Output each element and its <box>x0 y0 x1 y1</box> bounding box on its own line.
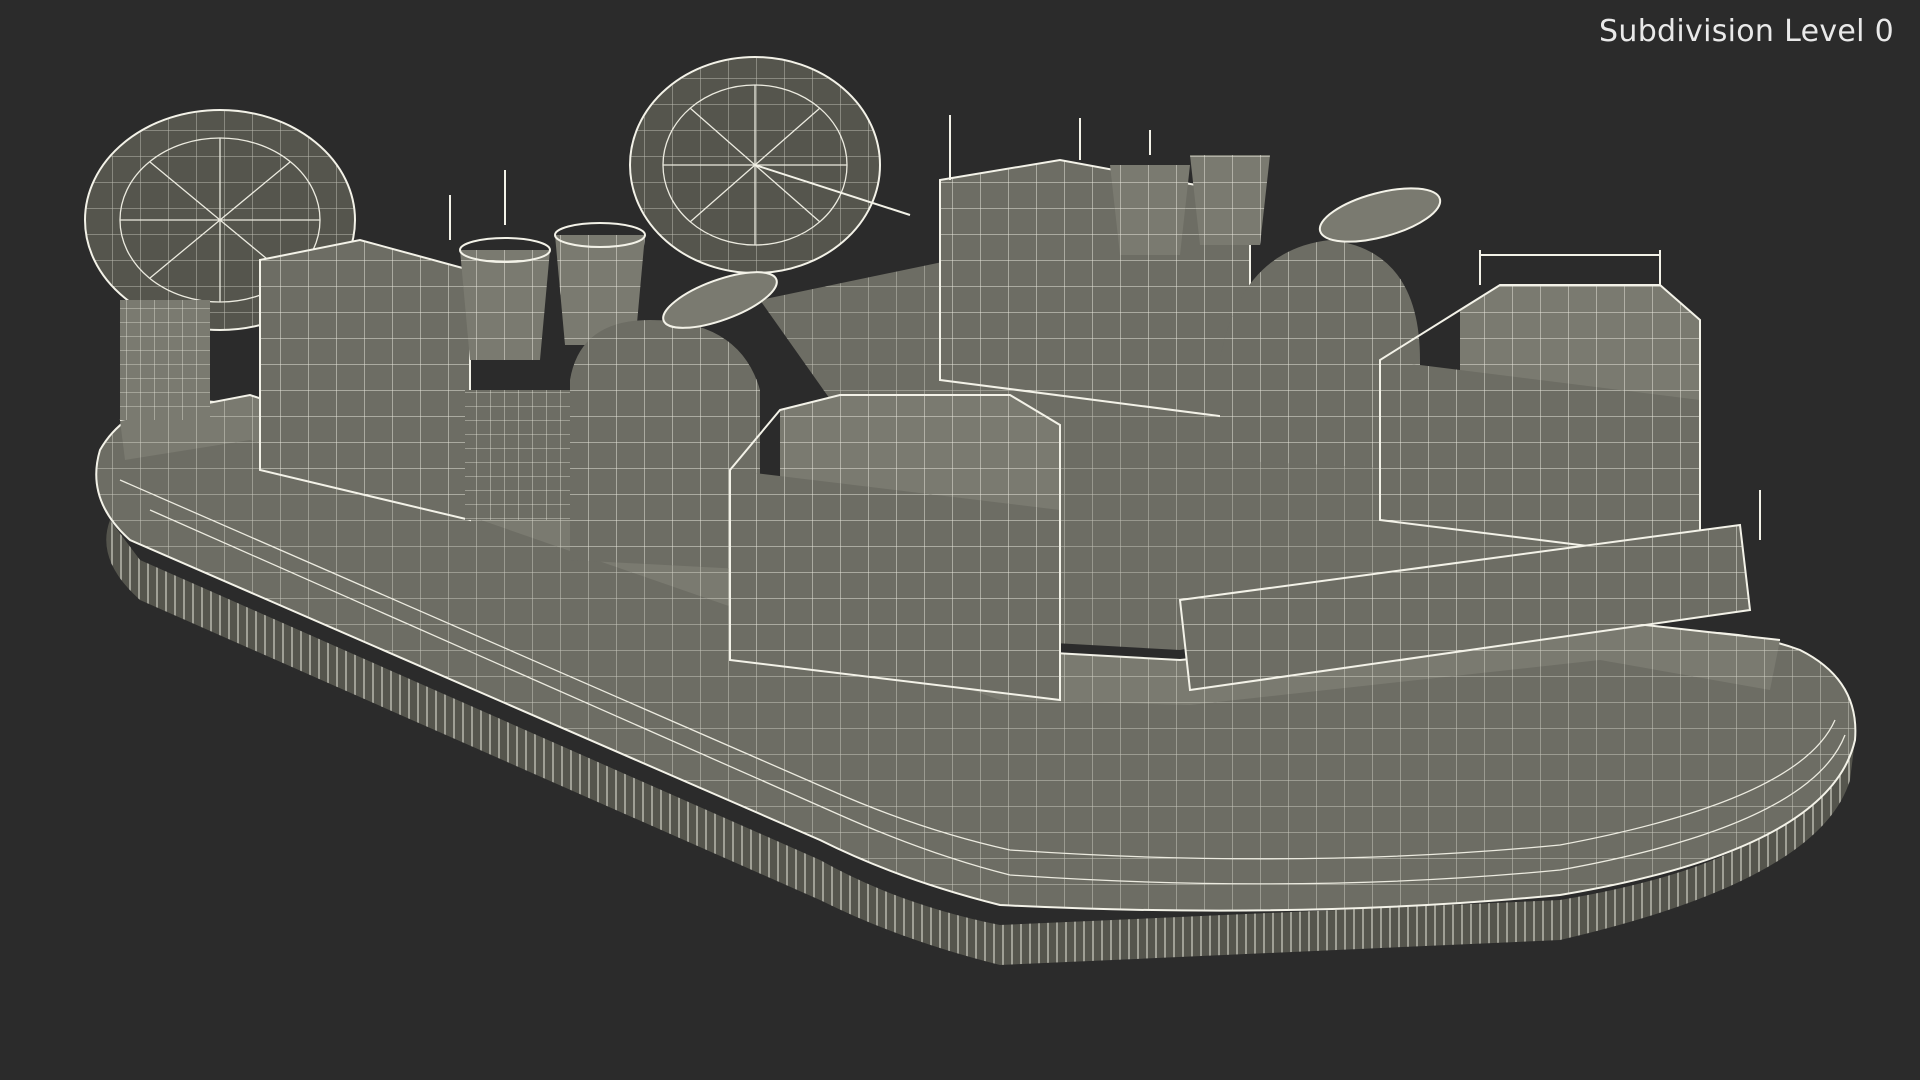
render-viewport: Subdivision Level 0 <box>0 0 1920 1080</box>
hovercraft-wireframe-model <box>84 56 1857 965</box>
left-pilot-house <box>729 394 1061 702</box>
right-pilot-house <box>1379 250 1701 562</box>
rear-fan-right <box>629 56 911 274</box>
